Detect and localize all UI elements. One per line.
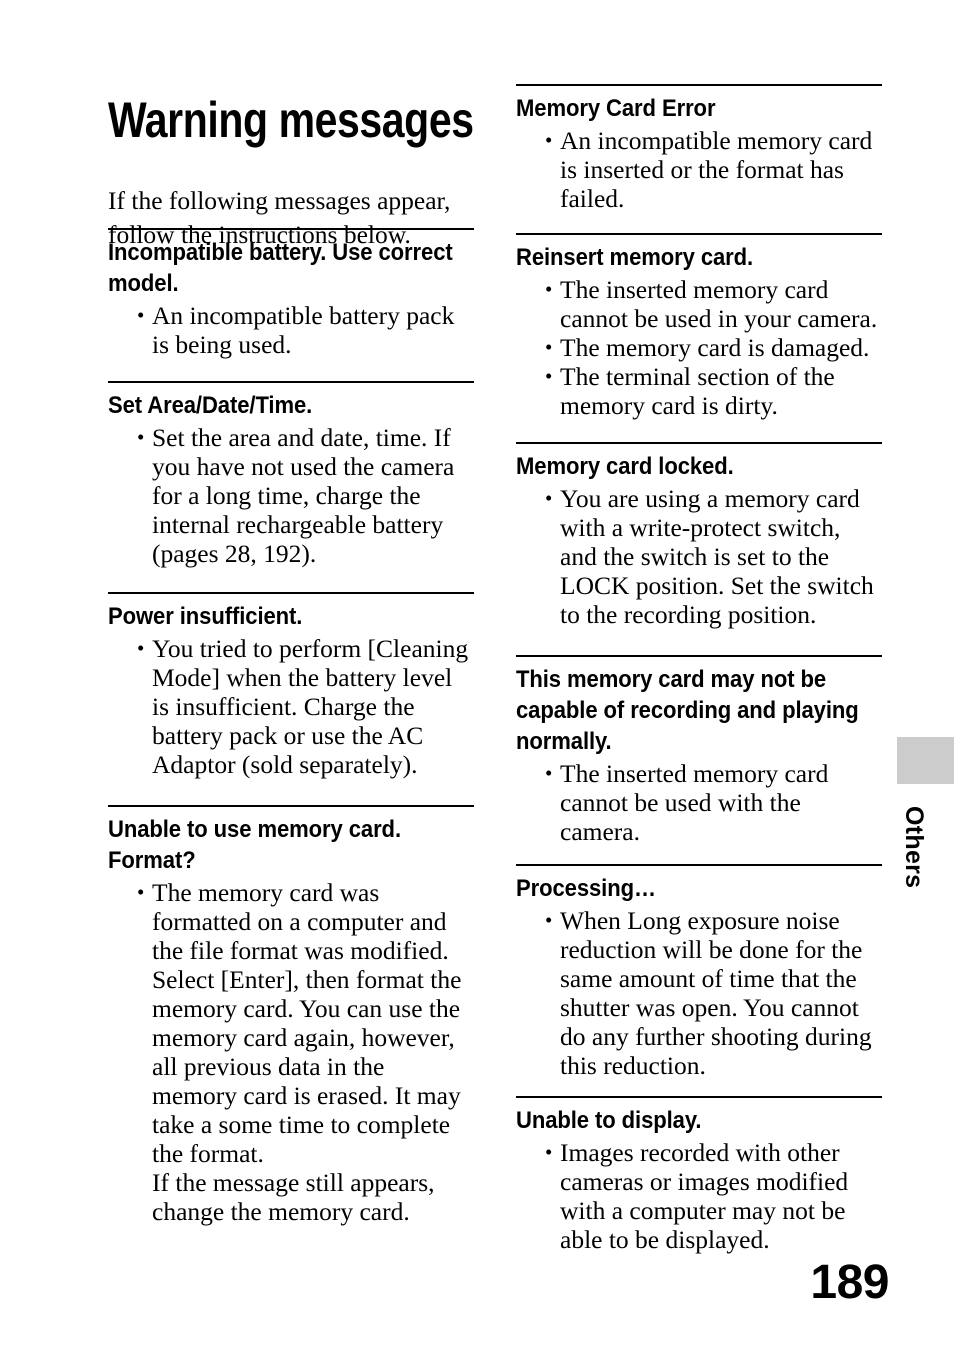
bullet-paragraph: The inserted memory card cannot be used … (560, 759, 829, 846)
bullet-paragraph: Select [Enter], then format the memory c… (152, 965, 462, 1168)
bullet-paragraph: The memory card is damaged. (560, 333, 870, 362)
section-set-area-date-time: Set Area/Date/Time. Set the area and dat… (108, 381, 474, 568)
bullet-list: When Long exposure noise reduction will … (516, 906, 882, 1080)
section-rule (108, 592, 474, 594)
bullet-paragraph: The terminal section of the memory card … (560, 362, 835, 420)
thumb-index-label: Others (900, 806, 928, 889)
section-unable-to-use-memory-card: Unable to use memory card. Format? The m… (108, 805, 474, 1226)
page-number: 189 (810, 1256, 889, 1309)
section-rule (516, 84, 882, 86)
section-heading: Power insufficient. (108, 603, 303, 630)
thumb-index-tab (897, 737, 954, 784)
section-rule (516, 442, 882, 444)
section-heading: Unable to display. (516, 1107, 702, 1134)
section-heading: Unable to use memory card. Format? (108, 816, 401, 874)
section-processing: Processing… When Long exposure noise red… (516, 864, 882, 1080)
section-heading: Processing… (516, 875, 656, 902)
section-heading: Set Area/Date/Time. (108, 392, 313, 419)
section-rule (516, 1096, 882, 1098)
bullet-paragraph: If the message still appears, change the… (152, 1168, 435, 1226)
bullet-list: An incompatible memory card is inserted … (516, 126, 882, 213)
section-rule (108, 381, 474, 383)
section-reinsert-memory-card: Reinsert memory card. The inserted memor… (516, 233, 882, 420)
page-title: Warning messages (108, 91, 474, 148)
list-item: You tried to perform [Cleaning Mode] whe… (108, 634, 474, 779)
section-incompatible-battery: Incompatible battery. Use correct model.… (108, 228, 474, 359)
list-item: An incompatible battery pack is being us… (108, 301, 474, 359)
left-column: Incompatible battery. Use correct model.… (108, 228, 474, 1226)
section-power-insufficient: Power insufficient. You tried to perform… (108, 592, 474, 779)
section-heading: Memory card locked. (516, 453, 734, 480)
list-item: The terminal section of the memory card … (516, 362, 882, 420)
bullet-list: Set the area and date, time. If you have… (108, 423, 474, 568)
section-rule (516, 233, 882, 235)
section-heading: This memory card may not be capable of r… (516, 666, 859, 755)
list-item: An incompatible memory card is inserted … (516, 126, 882, 213)
section-rule (108, 805, 474, 807)
bullet-list: An incompatible battery pack is being us… (108, 301, 474, 359)
bullet-paragraph: The inserted memory card cannot be used … (560, 275, 878, 333)
bullet-paragraph: Images recorded with other cameras or im… (560, 1138, 849, 1254)
section-memory-card-locked: Memory card locked. You are using a memo… (516, 442, 882, 629)
bullet-paragraph: You tried to perform [Cleaning Mode] whe… (152, 634, 469, 779)
section-heading: Incompatible battery. Use correct model. (108, 239, 453, 297)
list-item: The inserted memory card cannot be used … (516, 275, 882, 333)
bullet-paragraph: The memory card was formatted on a compu… (152, 878, 449, 965)
right-column: Memory Card Error An incompatible memory… (516, 84, 882, 1254)
bullet-paragraph: An incompatible memory card is inserted … (560, 126, 873, 213)
section-heading: Reinsert memory card. (516, 244, 754, 271)
bullet-list: You are using a memory card with a write… (516, 484, 882, 629)
bullet-paragraph: You are using a memory card with a write… (560, 484, 874, 629)
bullet-list: The inserted memory card cannot be used … (516, 759, 882, 846)
list-item: When Long exposure noise reduction will … (516, 906, 882, 1080)
section-memory-card-error: Memory Card Error An incompatible memory… (516, 84, 882, 213)
list-item: Set the area and date, time. If you have… (108, 423, 474, 568)
list-item: Images recorded with other cameras or im… (516, 1138, 882, 1254)
section-rule (108, 228, 474, 230)
section-rule (516, 655, 882, 657)
list-item: The memory card is damaged. (516, 333, 882, 362)
bullet-paragraph: Set the area and date, time. If you have… (152, 423, 455, 568)
list-item: You are using a memory card with a write… (516, 484, 882, 629)
manual-page: Warning messages If the following messag… (0, 0, 954, 1345)
section-may-not-be-capable: This memory card may not be capable of r… (516, 655, 882, 846)
list-item: The inserted memory card cannot be used … (516, 759, 882, 846)
bullet-list: The inserted memory card cannot be used … (516, 275, 882, 420)
bullet-paragraph: When Long exposure noise reduction will … (560, 906, 872, 1080)
section-rule (516, 864, 882, 866)
bullet-list: The memory card was formatted on a compu… (108, 878, 474, 1226)
bullet-paragraph: An incompatible battery pack is being us… (152, 301, 455, 359)
section-unable-to-display: Unable to display. Images recorded with … (516, 1096, 882, 1254)
bullet-list: Images recorded with other cameras or im… (516, 1138, 882, 1254)
section-heading: Memory Card Error (516, 95, 716, 122)
bullet-list: You tried to perform [Cleaning Mode] whe… (108, 634, 474, 779)
list-item: The memory card was formatted on a compu… (108, 878, 474, 1226)
